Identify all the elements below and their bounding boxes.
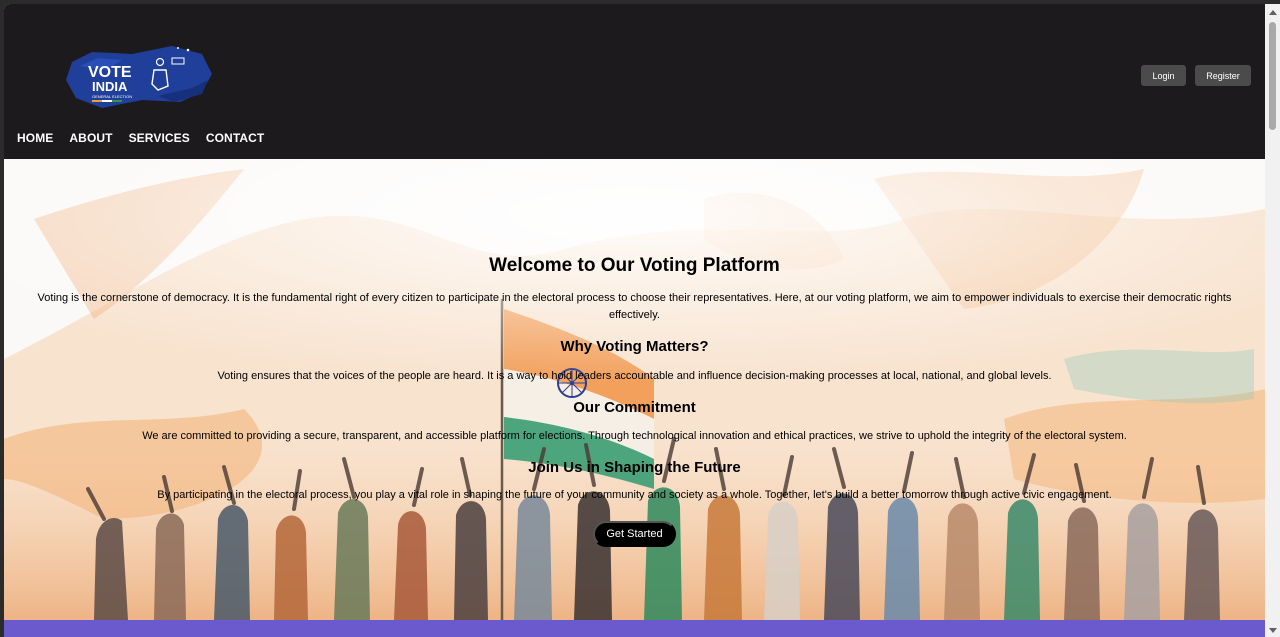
- nav-services[interactable]: SERVICES: [129, 131, 190, 145]
- page-scrollbar[interactable]: [1265, 4, 1280, 637]
- vote-india-logo[interactable]: VOTE INDIA GENERAL ELECTION: [62, 40, 214, 112]
- section-text-commitment: We are committed to providing a secure, …: [142, 430, 1127, 442]
- section-text-join: By participating in the electoral proces…: [157, 489, 1112, 501]
- intro-text: Voting is the cornerstone of democracy. …: [37, 292, 1232, 321]
- get-started-button[interactable]: Get Started: [593, 521, 676, 547]
- nav-home[interactable]: HOME: [17, 131, 53, 145]
- scroll-up-icon[interactable]: [1269, 10, 1277, 15]
- hero-background-illustration: [4, 159, 1265, 620]
- main-nav: HOME ABOUT SERVICES CONTACT: [17, 131, 280, 145]
- footer-strip: [4, 620, 1265, 637]
- browser-viewport: VOTE INDIA GENERAL ELECTION Login Regist…: [4, 4, 1265, 637]
- section-heading-join: Join Us in Shaping the Future: [528, 459, 741, 476]
- section-heading-commitment: Our Commitment: [573, 399, 696, 416]
- svg-text:GENERAL ELECTION: GENERAL ELECTION: [92, 94, 132, 99]
- svg-text:INDIA: INDIA: [92, 79, 128, 94]
- scroll-thumb[interactable]: [1269, 22, 1276, 130]
- section-heading-why: Why Voting Matters?: [560, 338, 709, 355]
- scroll-down-icon[interactable]: [1269, 628, 1277, 633]
- section-text-why: Voting ensures that the voices of the pe…: [217, 370, 1052, 382]
- login-button[interactable]: Login: [1141, 65, 1186, 86]
- site-header: VOTE INDIA GENERAL ELECTION Login Regist…: [4, 4, 1265, 159]
- nav-contact[interactable]: CONTACT: [206, 131, 264, 145]
- nav-about[interactable]: ABOUT: [69, 131, 112, 145]
- register-button[interactable]: Register: [1195, 65, 1251, 86]
- hero-section: Welcome to Our Voting Platform Voting is…: [4, 159, 1265, 620]
- page-title: Welcome to Our Voting Platform: [489, 255, 780, 276]
